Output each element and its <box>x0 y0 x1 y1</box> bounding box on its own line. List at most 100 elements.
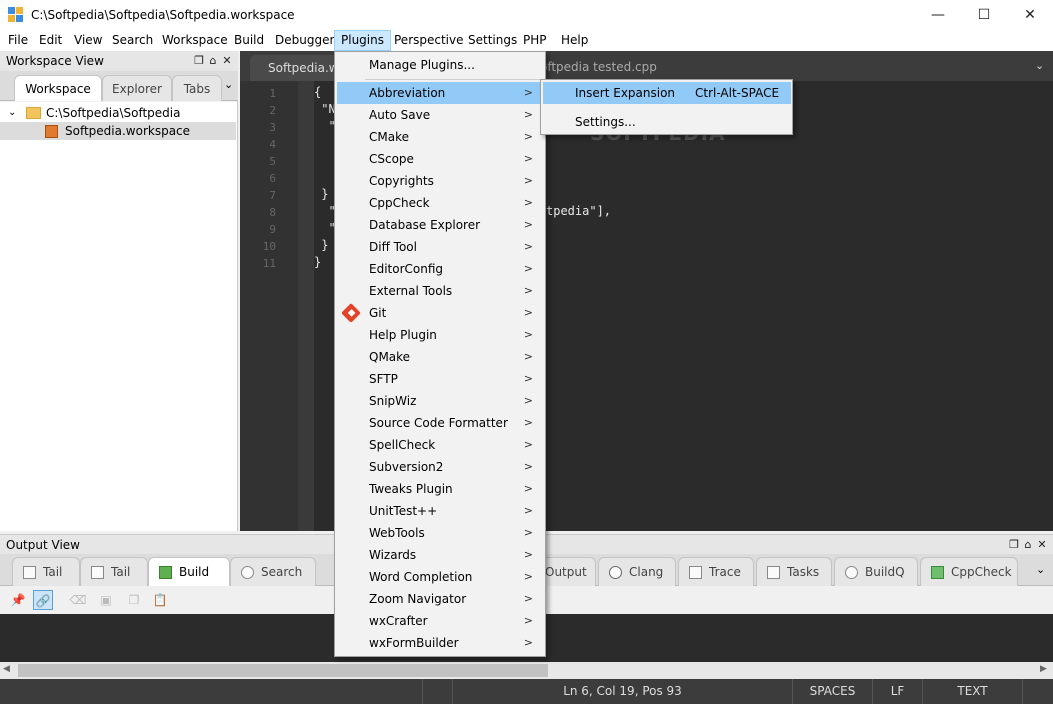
link-icon[interactable]: 🔗 <box>33 590 53 610</box>
menu-item-spellcheck[interactable]: SpellCheck > <box>337 434 543 456</box>
menu-plugins[interactable]: Plugins <box>334 30 391 51</box>
pin-icon[interactable]: 📌 <box>8 590 28 610</box>
menu-item-unittest[interactable]: UnitTest++ > <box>337 500 543 522</box>
tab-tabs[interactable]: Tabs <box>172 75 222 101</box>
menu-item-insert-expansion[interactable]: Insert Expansion Ctrl-Alt-SPACE <box>543 82 791 104</box>
menu-item-editorconfig[interactable]: EditorConfig > <box>337 258 543 280</box>
tree-item-folder[interactable]: ⌄ C:\Softpedia\Softpedia <box>0 104 236 122</box>
menu-item-source-code-formatter[interactable]: Source Code Formatter > <box>337 412 543 434</box>
tab-tail-1[interactable]: Tail <box>12 557 80 586</box>
clear-icon[interactable]: ⌫ <box>68 590 88 610</box>
menu-debugger[interactable]: Debugger <box>269 30 340 51</box>
menu-item-diff-tool[interactable]: Diff Tool > <box>337 236 543 258</box>
menu-perspective[interactable]: Perspective <box>388 30 470 51</box>
menu-item-external-tools[interactable]: External Tools > <box>337 280 543 302</box>
chevron-down-icon[interactable]: ⌄ <box>1036 563 1045 576</box>
menu-settings[interactable]: Settings <box>462 30 523 51</box>
workspace-tree: ⌄ C:\Softpedia\Softpedia Softpedia.works… <box>0 102 237 531</box>
restore-icon[interactable]: ❐ <box>1007 538 1021 552</box>
close-pane-icon[interactable]: ✕ <box>1035 538 1049 552</box>
tab-tail-2[interactable]: Tail <box>80 557 148 586</box>
menu-item-wizards[interactable]: Wizards > <box>337 544 543 566</box>
scroll-right-icon[interactable]: ▶ <box>1040 664 1047 674</box>
tab-label: Build <box>179 565 210 579</box>
menu-item-zoom-navigator[interactable]: Zoom Navigator > <box>337 588 543 610</box>
paste-icon[interactable]: 📋 <box>150 590 170 610</box>
line-number: 7 <box>269 189 276 202</box>
menu-item-tweaks-plugin[interactable]: Tweaks Plugin > <box>337 478 543 500</box>
menu-item-label: SnipWiz <box>369 394 417 408</box>
search-icon <box>241 566 254 579</box>
lock-icon[interactable]: ⌂ <box>206 54 220 68</box>
menu-item-cmake[interactable]: CMake > <box>337 126 543 148</box>
menu-php[interactable]: PHP <box>517 30 553 51</box>
submenu-arrow-icon: > <box>523 438 533 451</box>
lock-icon[interactable]: ⌂ <box>1021 538 1035 552</box>
menu-build[interactable]: Build <box>228 30 270 51</box>
title-bar: C:\Softpedia\Softpedia\Softpedia.workspa… <box>0 0 1053 30</box>
git-icon: ◆ <box>341 303 361 323</box>
close-button[interactable]: ✕ <box>1007 0 1053 30</box>
tab-explorer[interactable]: Explorer <box>102 75 172 101</box>
chevron-down-icon[interactable]: ⌄ <box>8 104 16 122</box>
maximize-button[interactable]: ☐ <box>961 0 1007 30</box>
menu-file[interactable]: File <box>2 30 34 51</box>
menu-item-label: EditorConfig <box>369 262 444 276</box>
status-eol[interactable]: LF <box>872 679 922 704</box>
menu-workspace[interactable]: Workspace <box>156 30 234 51</box>
tab-tasks[interactable]: Tasks <box>756 557 832 586</box>
tab-build[interactable]: Build <box>148 557 230 586</box>
menu-item-git[interactable]: ◆ Git > <box>337 302 543 324</box>
folder-icon <box>26 107 41 119</box>
menu-view[interactable]: View <box>68 30 108 51</box>
menu-item-auto-save[interactable]: Auto Save > <box>337 104 543 126</box>
tab-search[interactable]: Search <box>230 557 316 586</box>
tab-cppcheck[interactable]: CppCheck <box>920 557 1018 586</box>
menu-item-database-explorer[interactable]: Database Explorer > <box>337 214 543 236</box>
workspace-pane: Workspace View ❐ ⌂ ✕ Workspace Explorer … <box>0 51 238 531</box>
menu-item-webtools[interactable]: WebTools > <box>337 522 543 544</box>
menu-item-help-plugin[interactable]: Help Plugin > <box>337 324 543 346</box>
menu-item-snipwiz[interactable]: SnipWiz > <box>337 390 543 412</box>
tab-label: Tail <box>43 565 63 579</box>
submenu-arrow-icon: > <box>523 328 533 341</box>
horizontal-scrollbar[interactable]: ◀ ▶ <box>0 662 1053 679</box>
menu-edit[interactable]: Edit <box>33 30 68 51</box>
code-line: } <box>314 187 329 201</box>
scrollbar-thumb[interactable] <box>18 664 548 677</box>
scroll-left-icon[interactable]: ◀ <box>3 664 10 674</box>
tab-trace[interactable]: Trace <box>678 557 754 586</box>
menu-item-copyrights[interactable]: Copyrights > <box>337 170 543 192</box>
status-indent[interactable]: SPACES <box>792 679 872 704</box>
restore-icon[interactable]: ❐ <box>192 54 206 68</box>
minimize-button[interactable]: — <box>915 0 961 30</box>
menu-item-cscope[interactable]: CScope > <box>337 148 543 170</box>
menu-search[interactable]: Search <box>106 30 159 51</box>
tab-workspace[interactable]: Workspace <box>14 75 102 101</box>
chevron-down-icon[interactable]: ⌄ <box>224 78 233 91</box>
copy-icon[interactable]: ❐ <box>124 590 144 610</box>
status-empty-2 <box>1022 679 1053 704</box>
status-mode[interactable]: TEXT <box>922 679 1022 704</box>
tab-clang[interactable]: Clang <box>598 557 676 586</box>
menu-item-abbreviation[interactable]: Abbreviation > <box>337 82 543 104</box>
menu-item-word-completion[interactable]: Word Completion > <box>337 566 543 588</box>
editor-tab-cpp[interactable]: oftpedia tested.cpp <box>540 60 657 74</box>
menu-item-cppcheck[interactable]: CppCheck > <box>337 192 543 214</box>
close-pane-icon[interactable]: ✕ <box>220 54 234 68</box>
chevron-down-icon[interactable]: ⌄ <box>1035 59 1044 72</box>
save-icon[interactable]: ▣ <box>96 590 116 610</box>
menu-help[interactable]: Help <box>555 30 594 51</box>
tree-item-file[interactable]: Softpedia.workspace <box>0 122 236 140</box>
menu-item-label: CMake <box>369 130 409 144</box>
menu-item-subversion2[interactable]: Subversion2 > <box>337 456 543 478</box>
menu-item-sftp[interactable]: SFTP > <box>337 368 543 390</box>
menu-item-qmake[interactable]: QMake > <box>337 346 543 368</box>
menu-item-label: Database Explorer <box>369 218 481 232</box>
menu-item-wxcrafter[interactable]: wxCrafter > <box>337 610 543 632</box>
code-line: "N <box>314 102 336 116</box>
menu-item-wxformbuilder[interactable]: wxFormBuilder > <box>337 632 543 654</box>
menu-item-settings[interactable]: Settings... <box>543 111 791 133</box>
tab-buildq[interactable]: BuildQ <box>834 557 918 586</box>
menu-item-manage-plugins[interactable]: Manage Plugins... <box>337 54 543 76</box>
